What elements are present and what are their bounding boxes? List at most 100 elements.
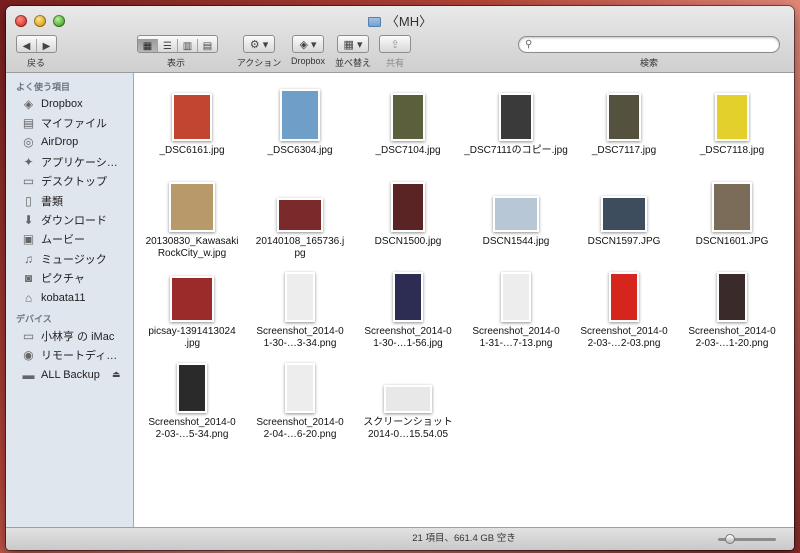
airdrop-icon: ◎ (23, 135, 34, 150)
action-button[interactable]: ⚙ ▾ (243, 35, 275, 53)
file-item[interactable]: Screenshot_2014-0 2-03-…1-20.png (678, 254, 786, 349)
arrange-button[interactable]: ▦ ▾ (337, 35, 369, 53)
back-forward-group: ◀ ▶ (16, 35, 57, 53)
file-name: _DSC7118.jpg (699, 145, 765, 156)
sidebar-item[interactable]: ▬ ALL Backup ⏏ (6, 365, 133, 384)
file-item[interactable]: _DSC7111のコピー.jpg (462, 73, 570, 163)
arrange-label: 並べ替え (334, 58, 371, 68)
view-segment: ▦ ☰ ▥ ▤ (137, 35, 218, 53)
devices-header: デバイス (16, 314, 52, 325)
pictures-icon: ◙ (24, 271, 33, 286)
file-item[interactable]: 20140108_165736.j pg (246, 164, 354, 259)
documents-icon: ▯ (25, 193, 32, 208)
list-view-button[interactable]: ☰ (158, 39, 178, 52)
sidebar-item-label: kobata11 (41, 291, 86, 304)
column-view-button[interactable]: ▥ (178, 39, 198, 52)
share-label: 共有 (385, 58, 404, 68)
sidebar: よく使う項目 ◈ Dropbox ▤ マイファイル ◎ AirDrop ✦ アプリケーシ… ▭ デ… (6, 73, 134, 550)
back-button[interactable]: ◀ (17, 39, 37, 52)
file-thumbnail-wrap (354, 353, 462, 413)
file-item[interactable]: _DSC6304.jpg (246, 73, 354, 163)
eject-icon[interactable]: ⏏ (112, 369, 121, 380)
home-icon: ⌂ (24, 290, 33, 305)
share-group: ⇪ (379, 35, 411, 53)
coverflow-view-button[interactable]: ▤ (198, 39, 217, 52)
file-thumbnail (712, 182, 752, 232)
applications-icon: ✦ (23, 154, 34, 169)
sidebar-item[interactable]: ▤ マイファイル (6, 113, 133, 132)
sidebar-item-label: 小林亨 の iMac (41, 330, 115, 343)
file-name: スクリーンショット 2014-0…15.54.05 (363, 417, 453, 440)
sidebar-item[interactable]: ◈ Dropbox (6, 94, 133, 113)
sidebar-item-label: Dropbox (41, 97, 83, 110)
file-item[interactable]: 20130830_Kawasaki RockCity_w.jpg (138, 164, 246, 259)
sidebar-item[interactable]: ♫ ミュージック (6, 249, 133, 268)
file-item[interactable]: Screenshot_2014-0 2-03-…2-03.png (570, 254, 678, 349)
icon-size-slider[interactable] (718, 534, 776, 544)
forward-button[interactable]: ▶ (37, 39, 56, 52)
file-item[interactable]: DSCN1544.jpg (462, 164, 570, 254)
sidebar-item[interactable]: ⬇ ダウンロード (6, 210, 133, 229)
search-field[interactable]: ⚲ (518, 36, 780, 53)
file-item[interactable]: _DSC7117.jpg (570, 73, 678, 163)
icon-view-button[interactable]: ▦ (138, 39, 158, 52)
sidebar-item-label: デスクトップ (41, 176, 107, 189)
folder-icon (367, 17, 381, 27)
desktop-icon: ▭ (22, 174, 35, 189)
sidebar-item[interactable]: ◙ ピクチャ (6, 269, 133, 288)
file-thumbnail (601, 196, 647, 232)
sidebar-item[interactable]: ▭ デスクトップ (6, 172, 133, 191)
view-label: 表示 (166, 58, 185, 68)
file-browser[interactable]: _DSC6161.jpg _DSC6304.jpg _DSC7104.jpg _DSC… (134, 73, 794, 528)
window-title: 〈MH〉 (6, 11, 794, 30)
file-thumbnail-wrap (462, 262, 570, 322)
file-item[interactable]: スクリーンショット 2014-0…15.54.05 (354, 345, 462, 440)
file-thumbnail-wrap (138, 172, 246, 232)
devices-list: ▭ 小林亨 の iMac ◉ リモートディ… ▬ ALL Backup ⏏ (6, 326, 133, 384)
file-thumbnail (172, 93, 212, 141)
file-name: DSCN1597.JPG (587, 236, 661, 247)
file-thumbnail-wrap (138, 353, 246, 413)
icon-size-slider-knob[interactable] (725, 534, 735, 544)
sidebar-item[interactable]: ✦ アプリケーシ… (6, 152, 133, 171)
file-item[interactable]: _DSC6161.jpg (138, 73, 246, 163)
file-thumbnail (177, 363, 207, 413)
sidebar-item[interactable]: ▯ 書類 (6, 191, 133, 210)
file-name: Screenshot_2014-0 2-03-…1-20.png (688, 326, 776, 349)
gear-icon: ⚙ (249, 39, 260, 51)
sidebar-item-label: ダウンロード (41, 215, 107, 228)
file-name: _DSC7104.jpg (375, 145, 441, 156)
file-item[interactable]: _DSC7118.jpg (678, 73, 786, 163)
file-item[interactable]: Screenshot_2014-0 1-31-…7-13.png (462, 254, 570, 349)
sidebar-item[interactable]: ◎ AirDrop (6, 133, 133, 152)
file-thumbnail-wrap (462, 81, 570, 141)
file-thumbnail-wrap (462, 172, 570, 232)
file-thumbnail-wrap (246, 81, 354, 141)
file-name: DSCN1601.JPG (695, 236, 769, 247)
file-item[interactable]: DSCN1500.jpg (354, 164, 462, 254)
file-thumbnail-wrap (570, 81, 678, 141)
sidebar-item[interactable]: ◉ リモートディ… (6, 346, 133, 365)
file-thumbnail-wrap (678, 262, 786, 322)
file-item[interactable]: Screenshot_2014-0 2-04-…6-20.png (246, 345, 354, 440)
file-item[interactable]: Screenshot_2014-0 1-30-…3-34.png (246, 254, 354, 349)
dropbox-icon: ◈ (23, 96, 34, 111)
sidebar-item[interactable]: ⌂ kobata11 (6, 288, 133, 307)
sidebar-statusbar (6, 527, 134, 550)
file-item[interactable]: Screenshot_2014-0 1-30-…1-56.jpg (354, 254, 462, 349)
file-item[interactable]: picsay-1391413024 .jpg (138, 254, 246, 349)
dropbox-button[interactable]: ◈ ▾ (292, 35, 324, 53)
file-item[interactable]: DSCN1597.JPG (570, 164, 678, 254)
sidebar-item[interactable]: ▣ ムービー (6, 230, 133, 249)
file-name: _DSC6161.jpg (159, 145, 225, 156)
dropbox-label: Dropbox (290, 56, 326, 66)
sidebar-item-label: ムービー (41, 234, 85, 247)
my-files-icon: ▤ (22, 116, 35, 131)
share-button[interactable]: ⇪ (379, 35, 411, 53)
file-item[interactable]: Screenshot_2014-0 2-03-…5-34.png (138, 345, 246, 440)
file-thumbnail-wrap (246, 262, 354, 322)
file-item[interactable]: DSCN1601.JPG (678, 164, 786, 254)
file-item[interactable]: _DSC7104.jpg (354, 73, 462, 163)
favorites-header: よく使う項目 (16, 82, 71, 92)
sidebar-item[interactable]: ▭ 小林亨 の iMac (6, 326, 133, 345)
